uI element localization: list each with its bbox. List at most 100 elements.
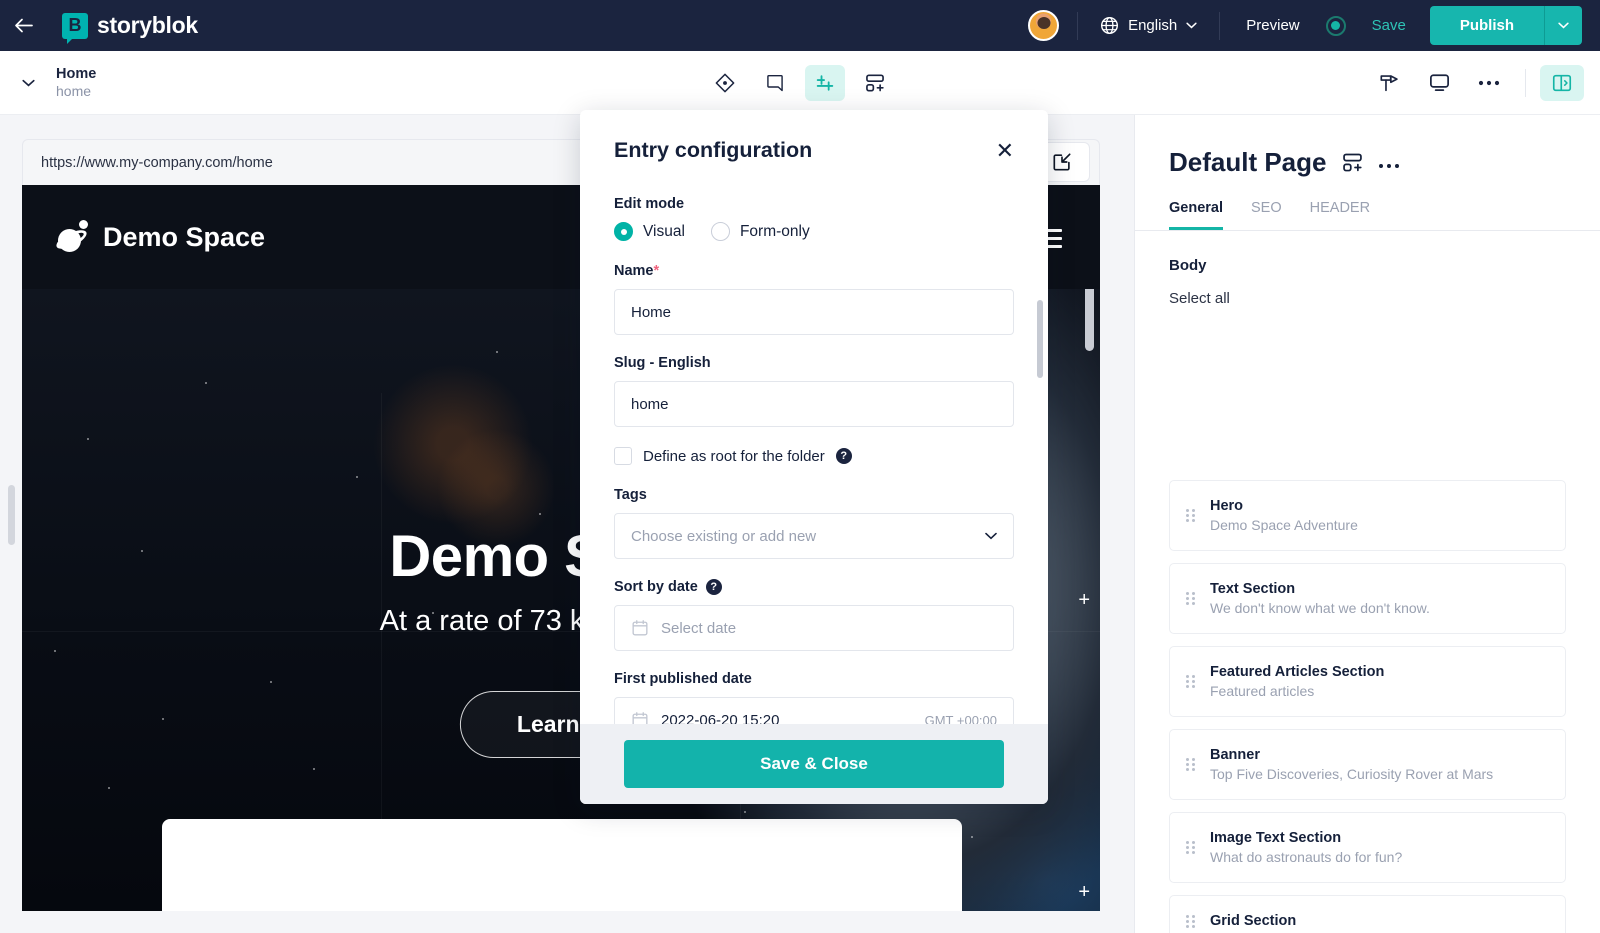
define-as-root-checkbox[interactable] [614, 447, 632, 465]
content-tree-toggle[interactable] [0, 79, 56, 87]
help-icon[interactable]: ? [706, 579, 722, 595]
list-item-name: Banner [1210, 746, 1493, 765]
chevron-down-icon [1186, 22, 1197, 29]
help-icon[interactable]: ? [836, 448, 852, 464]
edit-mode-form-only-radio[interactable]: Form-only [711, 222, 810, 241]
modal-scrollbar[interactable] [1037, 300, 1043, 378]
list-item-name: Grid Section [1210, 912, 1296, 931]
add-block-icon [1341, 151, 1364, 174]
add-block-inline-marker[interactable]: + [1078, 590, 1090, 610]
list-item[interactable]: Image Text Section What do astronauts do… [1169, 812, 1566, 883]
list-item[interactable]: Hero Demo Space Adventure [1169, 480, 1566, 551]
first-published-date-label: First published date [614, 671, 1014, 687]
list-item[interactable]: Text Section We don't know what we don't… [1169, 563, 1566, 634]
name-input[interactable] [614, 289, 1014, 335]
globe-icon [1100, 16, 1119, 35]
toggle-sidebar-button[interactable] [1540, 65, 1584, 101]
sort-by-date-input[interactable]: Select date [614, 605, 1014, 651]
preview-resize-handle[interactable] [8, 485, 15, 545]
list-item-text: Image Text Section What do astronauts do… [1210, 829, 1402, 866]
drag-handle-icon[interactable] [1186, 592, 1196, 605]
modal-footer: Save & Close [580, 724, 1048, 804]
select-all-link[interactable]: Select all [1169, 290, 1566, 307]
close-icon[interactable]: ✕ [996, 140, 1014, 162]
toolbar-right-tools [1367, 65, 1584, 101]
pick-component-icon [1378, 72, 1400, 94]
list-item-text: Grid Section [1210, 912, 1296, 931]
more-options-icon [1478, 80, 1500, 86]
language-selector[interactable]: English [1078, 16, 1219, 35]
storyblok-logo[interactable]: B storyblok [62, 12, 198, 39]
preview-url: https://www.my-company.com/home [41, 155, 273, 171]
diamond-preview-icon [714, 72, 736, 94]
publish-group: Publish [1430, 6, 1582, 45]
language-label: English [1128, 17, 1177, 34]
first-published-date-input[interactable]: 2022-06-20 15:20 GMT +00:00 [614, 697, 1014, 724]
page-title: Default Page [1169, 147, 1327, 178]
tab-header[interactable]: HEADER [1310, 200, 1370, 230]
define-as-root-label[interactable]: Define as root for the folder [643, 448, 825, 465]
list-item[interactable]: Featured Articles Section Featured artic… [1169, 646, 1566, 717]
save-and-close-button[interactable]: Save & Close [624, 740, 1004, 788]
drag-handle-icon[interactable] [1186, 675, 1196, 688]
calendar-icon [631, 711, 649, 724]
toggle-right-sidebar-icon [1551, 72, 1573, 94]
drag-handle-icon[interactable] [1186, 841, 1196, 854]
list-item-name: Featured Articles Section [1210, 663, 1384, 682]
list-item-name: Image Text Section [1210, 829, 1402, 848]
list-item-desc: Top Five Discoveries, Curiosity Rover at… [1210, 765, 1493, 783]
viewport-desktop-icon [1428, 71, 1451, 94]
slug-input[interactable] [614, 381, 1014, 427]
avatar[interactable] [1028, 10, 1059, 41]
add-block-button[interactable] [855, 65, 895, 101]
edit-mode-form-only-label: Form-only [740, 223, 810, 241]
radio-dot [711, 222, 730, 241]
pick-component-button[interactable] [1367, 65, 1411, 101]
drag-handle-icon[interactable] [1186, 758, 1196, 771]
more-options-button[interactable] [1378, 157, 1400, 169]
radio-dot [614, 222, 633, 241]
edit-mode-visual-radio[interactable]: Visual [614, 222, 685, 241]
list-item-text: Featured Articles Section Featured artic… [1210, 663, 1384, 700]
breadcrumb[interactable]: Home home [56, 65, 96, 101]
entry-toolbar: Home home [0, 51, 1600, 115]
tab-seo[interactable]: SEO [1251, 200, 1282, 230]
list-item-desc: What do astronauts do for fun? [1210, 848, 1402, 866]
add-block-button[interactable] [1341, 151, 1364, 174]
drag-handle-icon[interactable] [1186, 915, 1196, 928]
modal-body: Edit mode Visual Form-only Name* Slug - … [580, 176, 1048, 724]
save-button[interactable]: Save [1372, 17, 1406, 34]
drag-handle-icon[interactable] [1186, 509, 1196, 522]
diamond-preview-button[interactable] [705, 65, 745, 101]
first-published-date-value: 2022-06-20 15:20 [661, 712, 913, 725]
list-item[interactable]: Grid Section [1169, 895, 1566, 933]
list-item[interactable]: Banner Top Five Discoveries, Curiosity R… [1169, 729, 1566, 800]
add-block-inline-marker[interactable]: + [1078, 882, 1090, 902]
sort-by-date-label: Sort by date [614, 579, 698, 595]
comment-button[interactable] [755, 65, 795, 101]
list-item-desc: We don't know what we don't know. [1210, 599, 1430, 617]
list-item-name: Text Section [1210, 580, 1430, 599]
publish-options-button[interactable] [1544, 6, 1582, 45]
sort-by-date-label-row: Sort by date ? [614, 579, 1014, 595]
sort-by-date-placeholder: Select date [661, 620, 997, 637]
preview-button[interactable]: Preview [1220, 17, 1325, 34]
more-options-button[interactable] [1467, 65, 1511, 101]
add-block-icon [864, 72, 886, 94]
tab-general[interactable]: General [1169, 200, 1223, 230]
top-bar: B storyblok English Preview Save Publish [0, 0, 1600, 51]
back-button[interactable] [0, 18, 46, 33]
storyblok-logo-text: storyblok [97, 12, 198, 39]
site-brand[interactable]: Demo Space [56, 220, 265, 254]
publish-button[interactable]: Publish [1430, 6, 1544, 45]
more-options-icon [1378, 163, 1400, 169]
draft-status-dot[interactable] [1326, 16, 1346, 36]
comment-icon [765, 73, 785, 93]
body-field-section: Body Select all [1135, 231, 1600, 307]
arrow-left-icon [14, 18, 33, 33]
breadcrumb-slug: home [56, 83, 96, 101]
entry-configuration-button[interactable] [805, 65, 845, 101]
viewport-desktop-button[interactable] [1417, 65, 1461, 101]
tags-select[interactable]: Choose existing or add new [614, 513, 1014, 559]
site-brand-label: Demo Space [103, 222, 265, 253]
